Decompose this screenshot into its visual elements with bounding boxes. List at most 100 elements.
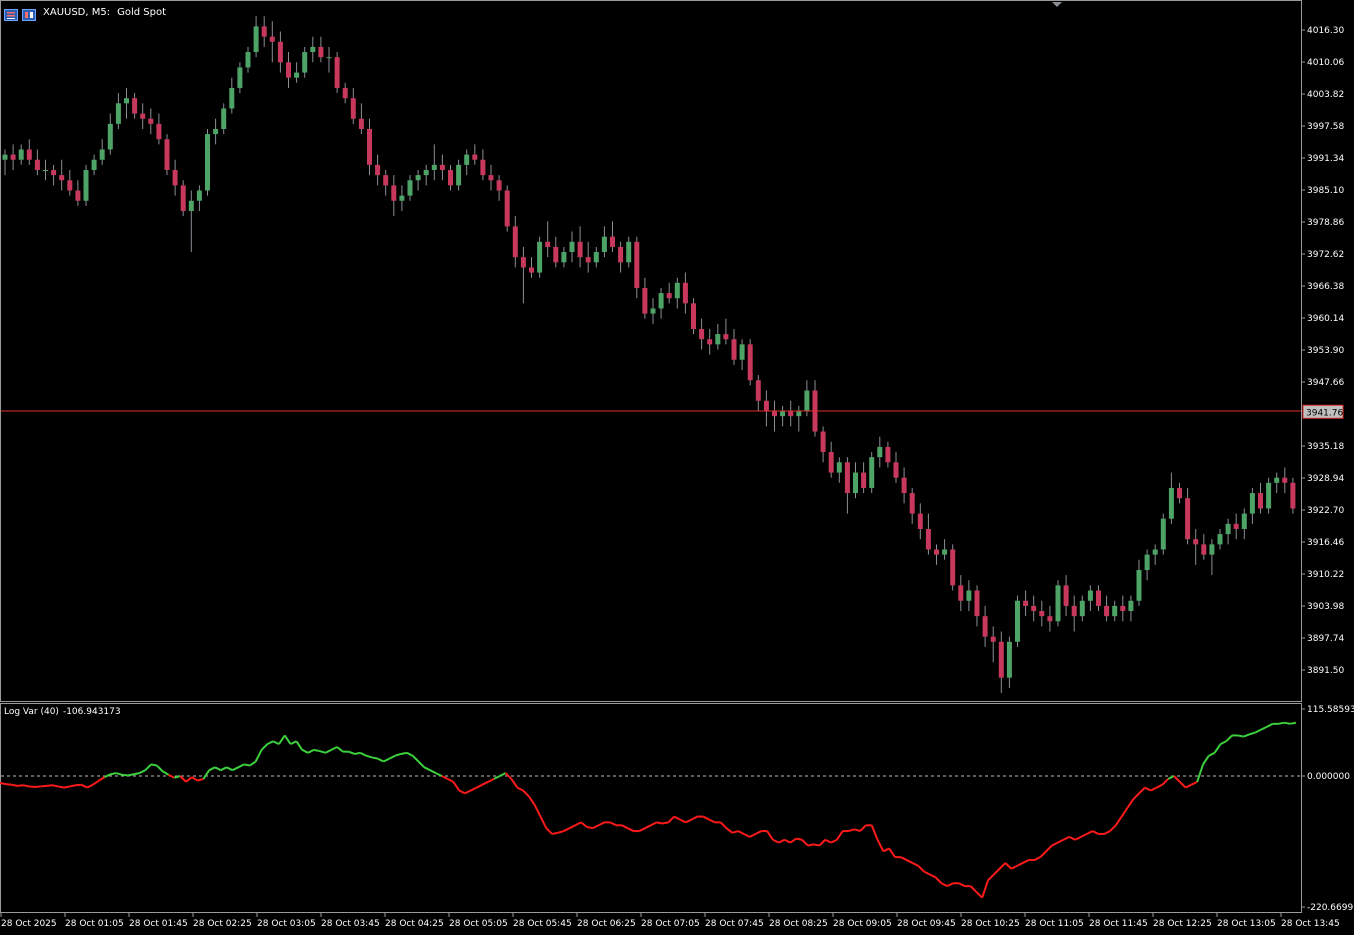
indicator-segment: [876, 839, 885, 852]
candle-bull: [1079, 600, 1085, 617]
indicator-segment: [969, 885, 978, 893]
candle-bear: [10, 154, 16, 160]
indicator-segment: [1266, 722, 1274, 728]
candle-bull: [1015, 600, 1020, 642]
indicator-segment: [319, 750, 326, 754]
indicator-segment: [429, 769, 437, 774]
indicator-segment: [656, 821, 663, 825]
candle-bear: [885, 446, 891, 463]
candle-bull: [245, 52, 251, 68]
time-tick-label: 28 Oct 08:25: [769, 919, 828, 929]
candle-bear: [350, 98, 356, 119]
candle-bull: [431, 164, 437, 170]
candle-bear: [844, 462, 850, 494]
indicator-segment: [563, 827, 570, 832]
indicator-segment: [1179, 781, 1187, 789]
candle-bear: [707, 339, 713, 345]
indicator-segment: [958, 882, 966, 888]
indicator-segment: [1092, 830, 1099, 835]
candle-bull: [115, 103, 121, 124]
candle-bear: [1031, 605, 1037, 612]
candle-bear: [367, 128, 372, 165]
indicator-segment: [848, 828, 855, 833]
price-tick-label: 3960.14: [1307, 314, 1344, 324]
indicator-segment: [987, 873, 995, 882]
indicator-segment: [545, 827, 553, 835]
indicator-segment: [574, 821, 582, 827]
candle-bear: [1290, 482, 1296, 509]
candle-bear: [75, 190, 81, 201]
indicator-segment: [1185, 783, 1192, 789]
chart-canvas[interactable]: 4016.30 4010.06 4003.82 3997.58 3991.34 3985.…: [0, 0, 1354, 931]
candle-bear: [553, 246, 559, 263]
indicator-segment: [1144, 786, 1152, 792]
indicator-segment: [691, 815, 698, 821]
indicator-segment: [249, 760, 257, 767]
candle-bear: [391, 185, 397, 201]
candle-bear: [496, 180, 502, 191]
chart-window[interactable]: 4016.30 4010.06 4003.82 3997.58 3991.34 3985.…: [0, 0, 1354, 931]
candle-bull: [1087, 590, 1093, 601]
indicator-segment: [226, 766, 233, 772]
candle-bull: [1266, 482, 1272, 509]
indicator-segment: [830, 838, 838, 844]
indicator-segment: [272, 740, 280, 746]
candle-bear: [180, 185, 186, 212]
time-tick-label: 28 Oct 13:45: [1281, 919, 1340, 929]
candle-bull: [237, 67, 243, 88]
indicator-value: -106.943173: [62, 707, 121, 717]
price-tick-label: 3903.98: [1307, 602, 1344, 612]
indicator-segment: [1260, 725, 1268, 731]
indicator-segment: [1057, 838, 1064, 844]
candle-bull: [43, 170, 48, 171]
indicator-segment: [185, 776, 193, 783]
indicator-segment: [383, 757, 390, 763]
indicator-segment: [1196, 764, 1204, 783]
indicator-segment: [1103, 830, 1111, 835]
candle-bull: [537, 241, 543, 273]
indicator-segment: [638, 827, 646, 832]
candle-bear: [34, 159, 40, 170]
one-click-trading-icon[interactable]: [22, 6, 36, 21]
price-tick-label: 4003.82: [1307, 90, 1344, 100]
candle-bull: [253, 26, 259, 53]
price-tick-label: 3891.50: [1307, 666, 1344, 676]
indicator-segment: [57, 785, 65, 789]
indicator-segment: [621, 824, 629, 830]
indicator-segment: [1208, 751, 1216, 757]
candle-bull: [107, 123, 113, 150]
candle-bull: [942, 549, 948, 555]
indicator-tick-label: -220.669970: [1307, 903, 1354, 913]
candle-bear: [472, 154, 478, 160]
indicator-segment: [755, 830, 762, 835]
candle-bear: [383, 175, 389, 186]
indicator-segment: [917, 865, 925, 873]
indicator-segment: [295, 740, 304, 751]
chart-menu-icon[interactable]: [4, 6, 18, 21]
indicator-segment: [307, 749, 315, 754]
time-tick-label: 28 Oct 11:45: [1089, 919, 1148, 929]
candle-bull: [715, 334, 721, 345]
indicator-segment: [1278, 721, 1285, 725]
indicator-segment: [1063, 835, 1070, 841]
indicator-segment: [417, 760, 425, 769]
indicator-segment: [708, 818, 716, 824]
scroll-marker-icon[interactable]: [1052, 2, 1062, 7]
candle-bear: [958, 585, 964, 601]
indicator-segment: [1243, 733, 1250, 738]
candle-bull: [2, 154, 8, 160]
indicator-segment: [1138, 786, 1146, 795]
indicator-segment: [139, 769, 146, 774]
candle-bear: [788, 411, 794, 417]
indicator-segment: [86, 783, 94, 789]
candle-bull: [1274, 477, 1280, 483]
price-tick-label: 3972.62: [1307, 250, 1344, 260]
candle-bear: [172, 170, 178, 186]
indicator-segment: [313, 748, 320, 753]
indicator-segment: [824, 838, 832, 844]
indicator-segment: [1120, 807, 1129, 818]
candle-bear: [1047, 616, 1053, 622]
indicator-segment: [522, 789, 530, 797]
candle-bull: [836, 462, 842, 473]
indicator-segment: [237, 763, 245, 769]
